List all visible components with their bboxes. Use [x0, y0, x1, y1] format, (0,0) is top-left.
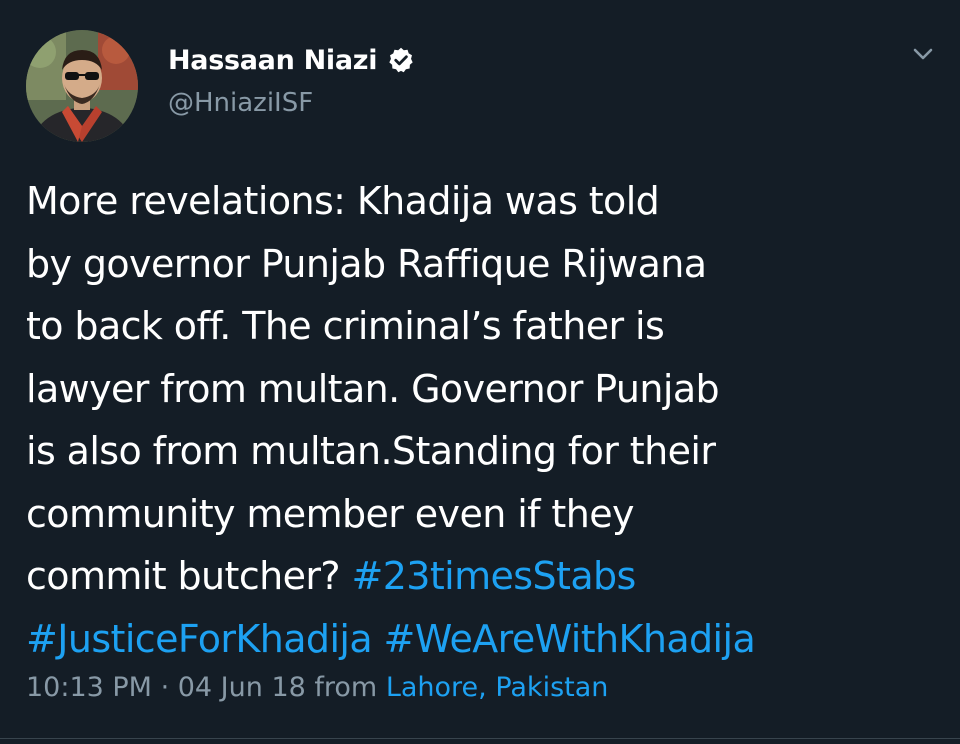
tweet-line: More revelations: Khadija was told: [26, 170, 946, 233]
chevron-down-icon[interactable]: [906, 42, 940, 66]
tweet-text: community member even if they: [26, 491, 634, 536]
tweet-text: lawyer from multan. Governor Punjab: [26, 366, 720, 411]
tweet-line: lawyer from multan. Governor Punjab: [26, 358, 946, 421]
tweet-date[interactable]: 04 Jun 18: [178, 672, 306, 703]
hashtag-link[interactable]: #23timesStabs: [351, 554, 636, 598]
tweet-card: Hassaan Niazi @HniaziISF More revelation…: [0, 0, 960, 744]
verified-badge-icon: [387, 46, 415, 74]
avatar-photo: [26, 30, 138, 142]
author-handle[interactable]: @HniaziISF: [168, 88, 313, 118]
location-link[interactable]: Lahore, Pakistan: [386, 672, 609, 703]
display-name[interactable]: Hassaan Niazi: [168, 45, 377, 76]
tweet-text: is also from multan.Standing for their: [26, 429, 716, 473]
display-name-row[interactable]: Hassaan Niazi: [168, 40, 415, 80]
from-label: from: [305, 672, 386, 703]
tweet-line: to back off. The criminal’s father is: [26, 295, 946, 358]
tweet-text: More revelations: Khadija was told: [26, 179, 660, 223]
divider: [0, 738, 960, 739]
tweet-text: commit butcher?: [26, 554, 352, 598]
tweet-line: #JusticeForKhadija #WeAreWithKhadija: [26, 608, 946, 671]
tweet-text: to back off. The criminal’s father is: [26, 304, 665, 348]
tweet-time[interactable]: 10:13 PM: [26, 672, 152, 703]
tweet-line: commit butcher? #23timesStabs: [26, 545, 946, 608]
tweet-meta: 10:13 PM · 04 Jun 18 from Lahore, Pakist…: [26, 672, 608, 703]
tweet-line: community member even if they: [26, 483, 946, 546]
tweet-line: is also from multan.Standing for their: [26, 420, 946, 483]
hashtag-link[interactable]: #JusticeForKhadija #WeAreWithKhadija: [26, 617, 756, 661]
meta-separator: ·: [151, 672, 178, 703]
tweet-text: by governor Punjab Raffique Rijwana: [26, 241, 707, 286]
tweet-body: More revelations: Khadija was told by go…: [26, 170, 946, 670]
tweet-line: by governor Punjab Raffique Rijwana: [26, 233, 946, 296]
avatar[interactable]: [26, 30, 138, 142]
